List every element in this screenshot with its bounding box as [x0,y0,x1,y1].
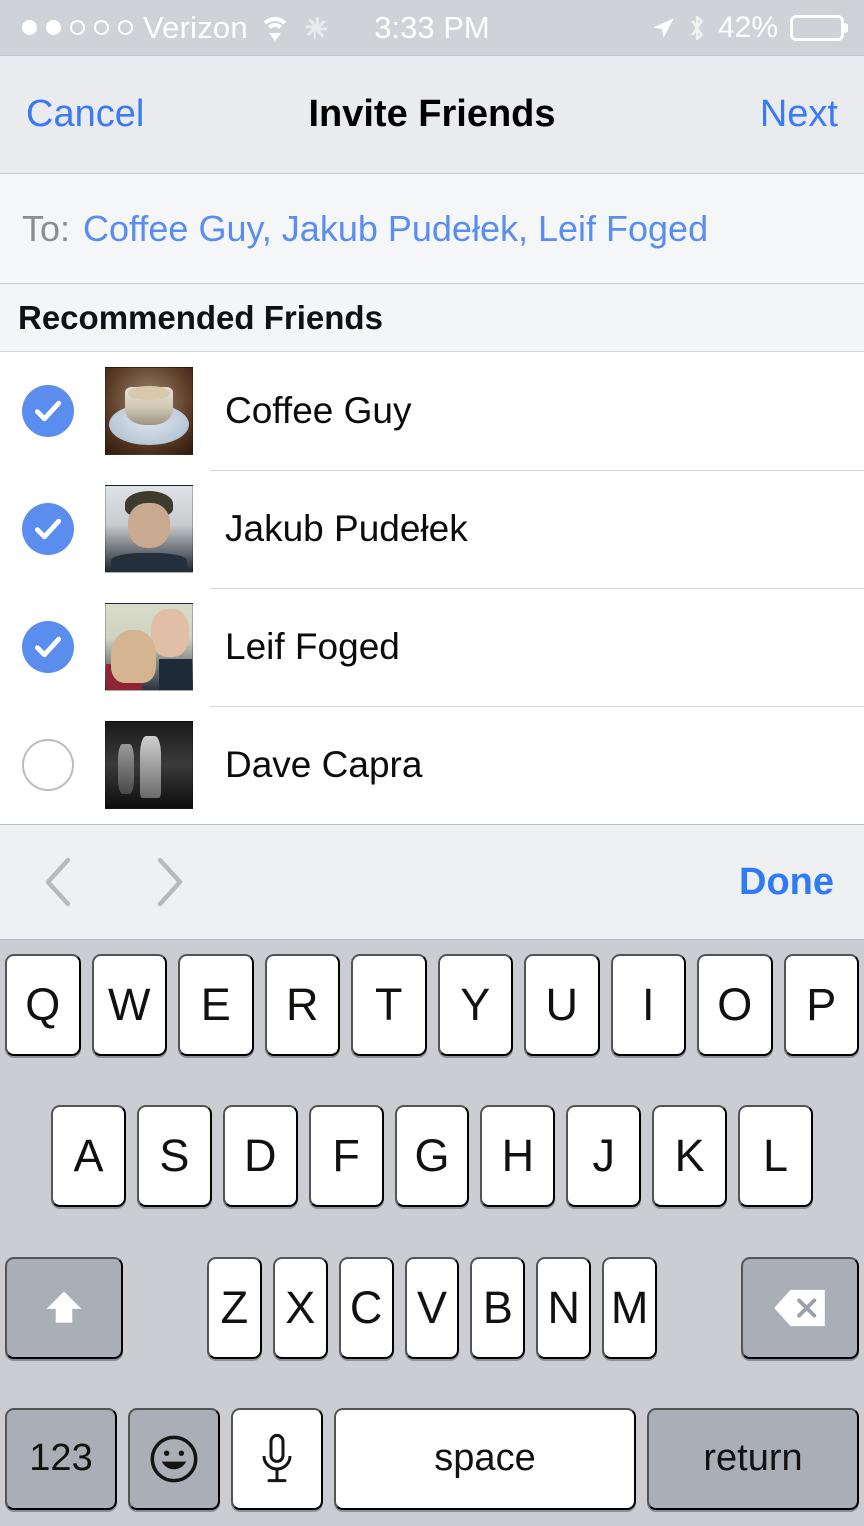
wifi-icon [258,15,292,41]
keyboard-accessory-toolbar: Done [0,824,864,940]
chevron-left-icon [45,857,71,907]
key-c[interactable]: C [338,1256,394,1359]
phone-screen: Verizon 3:33 PM 42% Cancel Invite Friend… [0,0,864,1526]
status-bar: Verizon 3:33 PM 42% [0,0,864,56]
key-e[interactable]: E [178,954,254,1056]
key-l[interactable]: L [738,1105,814,1208]
to-label: To: [22,207,71,249]
backspace-delete-icon [774,1289,825,1326]
checkbox-selected[interactable] [22,503,74,555]
list-item-label: Coffee Guy [225,390,412,431]
key-d[interactable]: D [222,1105,298,1208]
chevron-right-icon [157,857,183,907]
emoji-key[interactable] [128,1407,220,1510]
key-f[interactable]: F [308,1105,384,1208]
key-u[interactable]: U [524,954,600,1056]
next-field-button[interactable] [142,854,198,910]
key-h[interactable]: H [480,1105,556,1208]
key-b[interactable]: B [470,1256,526,1359]
key-t[interactable]: T [351,954,427,1056]
key-o[interactable]: O [697,954,773,1056]
return-key[interactable]: return [647,1407,859,1510]
checkmark-icon [34,400,62,422]
signal-dot [70,20,85,35]
avatar [105,485,193,573]
signal-strength-dots [22,20,133,35]
shift-key[interactable] [5,1256,123,1359]
keyboard-row-spacer [668,1257,730,1359]
list-item[interactable]: Leif Foged [0,588,864,706]
list-item-label: Jakub Pudełek [225,508,468,549]
activity-spinner-icon [302,15,328,41]
key-z[interactable]: Z [207,1256,262,1359]
key-v[interactable]: V [404,1256,460,1359]
navigation-bar: Cancel Invite Friends Next [0,56,864,174]
avatar [105,367,193,455]
checkmark-icon [34,636,62,658]
list-item[interactable]: Jakub Pudełek [0,470,864,588]
delete-key[interactable] [741,1256,860,1359]
key-y[interactable]: Y [437,954,513,1056]
avatar [105,721,193,809]
microphone-icon [262,1433,292,1483]
key-q[interactable]: Q [5,954,81,1056]
avatar [105,603,193,691]
bluetooth-icon [691,14,704,41]
battery-percent-label: 42% [717,10,778,44]
checkbox-unselected[interactable] [22,739,74,791]
battery-icon [790,14,844,41]
key-n[interactable]: N [536,1256,592,1359]
key-x[interactable]: X [272,1256,328,1359]
list-item-label: Leif Foged [225,626,400,667]
next-button[interactable]: Next [760,93,838,136]
keyboard-row-3: Z X C V B N M [5,1256,860,1359]
space-key[interactable]: space [334,1407,636,1510]
key-a[interactable]: A [51,1105,126,1208]
list-item[interactable]: Dave Capra [0,706,864,824]
key-s[interactable]: S [136,1105,212,1208]
recipients-value[interactable]: Coffee Guy, Jakub Pudełek, Leif Foged [83,208,708,250]
shift-up-arrow-icon [46,1291,82,1323]
previous-field-button[interactable] [30,854,86,910]
keyboard-row-1: Q W E R T Y U I O P [5,954,859,1056]
keyboard-done-button[interactable]: Done [739,861,834,904]
signal-dot [94,20,109,35]
cancel-button[interactable]: Cancel [26,93,144,136]
friends-list: Coffee Guy Jakub Pudełek Leif Foged Dave… [0,352,864,824]
keyboard-row-2: A S D F G H J K L [5,1105,859,1208]
list-item[interactable]: Coffee Guy [0,352,864,470]
key-k[interactable]: K [652,1105,728,1208]
signal-dot [118,20,133,35]
signal-dot [22,20,37,35]
checkbox-selected[interactable] [22,385,74,437]
on-screen-keyboard: Q W E R T Y U I O P A S D F G H J K L Z … [0,940,864,1526]
section-header-recommended-friends: Recommended Friends [0,284,864,352]
key-w[interactable]: W [91,954,167,1056]
key-p[interactable]: P [783,954,859,1056]
checkmark-icon [34,518,62,540]
numbers-key[interactable]: 123 [5,1407,117,1510]
list-item-label: Dave Capra [225,744,423,785]
emoji-smiley-icon [150,1435,198,1483]
keyboard-row-4: 123 space return [5,1407,859,1510]
recipients-field[interactable]: To: Coffee Guy, Jakub Pudełek, Leif Foge… [0,174,864,284]
key-j[interactable]: J [566,1105,642,1208]
status-bar-left: Verizon [22,10,328,46]
checkbox-selected[interactable] [22,621,74,673]
signal-dot [46,20,61,35]
status-bar-right: 42% [650,11,844,45]
key-i[interactable]: I [610,954,686,1056]
key-m[interactable]: M [602,1256,658,1359]
carrier-name: Verizon [143,9,248,45]
location-arrow-icon [653,17,674,38]
keyboard-row-spacer [134,1257,196,1359]
key-g[interactable]: G [394,1105,470,1208]
key-r[interactable]: R [264,954,340,1056]
dictation-key[interactable] [231,1407,323,1510]
